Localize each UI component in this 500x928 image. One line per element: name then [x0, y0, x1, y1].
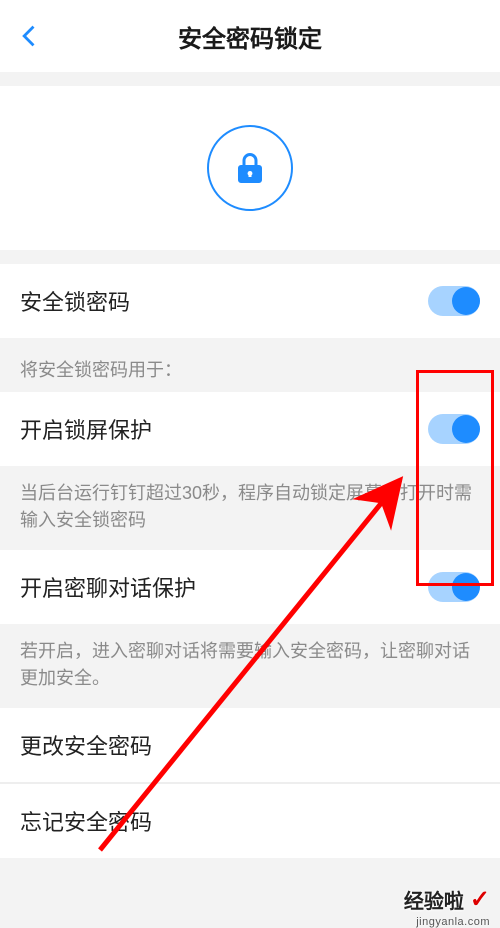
watermark-url: jingyanla.com: [416, 916, 490, 928]
row-forgot-password[interactable]: 忘记安全密码: [0, 784, 500, 858]
watermark-brand: 经验啦: [404, 885, 464, 914]
lock-icon: [232, 150, 268, 186]
row-label: 开启密聊对话保护: [20, 571, 196, 603]
row-label: 忘记安全密码: [20, 805, 152, 837]
page-title: 安全密码锁定: [178, 19, 322, 54]
watermark: 经验啦 ✓: [404, 885, 490, 914]
lock-hero: [0, 86, 500, 250]
row-security-password: 安全锁密码: [0, 264, 500, 338]
toggle-security-password[interactable]: [428, 286, 480, 316]
row-label: 开启锁屏保护: [20, 413, 152, 445]
lock-ring-icon: [207, 125, 293, 211]
toggle-private-chat-protect[interactable]: [428, 572, 480, 602]
watermark-check-icon: ✓: [470, 885, 490, 914]
row-private-chat-protect: 开启密聊对话保护: [0, 550, 500, 624]
header-bar: 安全密码锁定: [0, 0, 500, 72]
private-chat-desc: 若开启，进入密聊对话将需要输入安全密码，让密聊对话更加安全。: [0, 624, 500, 708]
lock-screen-desc: 当后台运行钉钉超过30秒，程序自动锁定屏幕，打开时需输入安全锁密码: [0, 466, 500, 550]
row-label: 更改安全密码: [20, 729, 152, 761]
toggle-lock-screen-protect[interactable]: [428, 414, 480, 444]
row-label: 安全锁密码: [20, 285, 130, 317]
back-arrow-icon: [16, 22, 44, 50]
row-change-password[interactable]: 更改安全密码: [0, 708, 500, 782]
row-lock-screen-protect: 开启锁屏保护: [0, 392, 500, 466]
section-title: 将安全锁密码用于：: [0, 338, 500, 392]
back-button[interactable]: [16, 0, 60, 72]
